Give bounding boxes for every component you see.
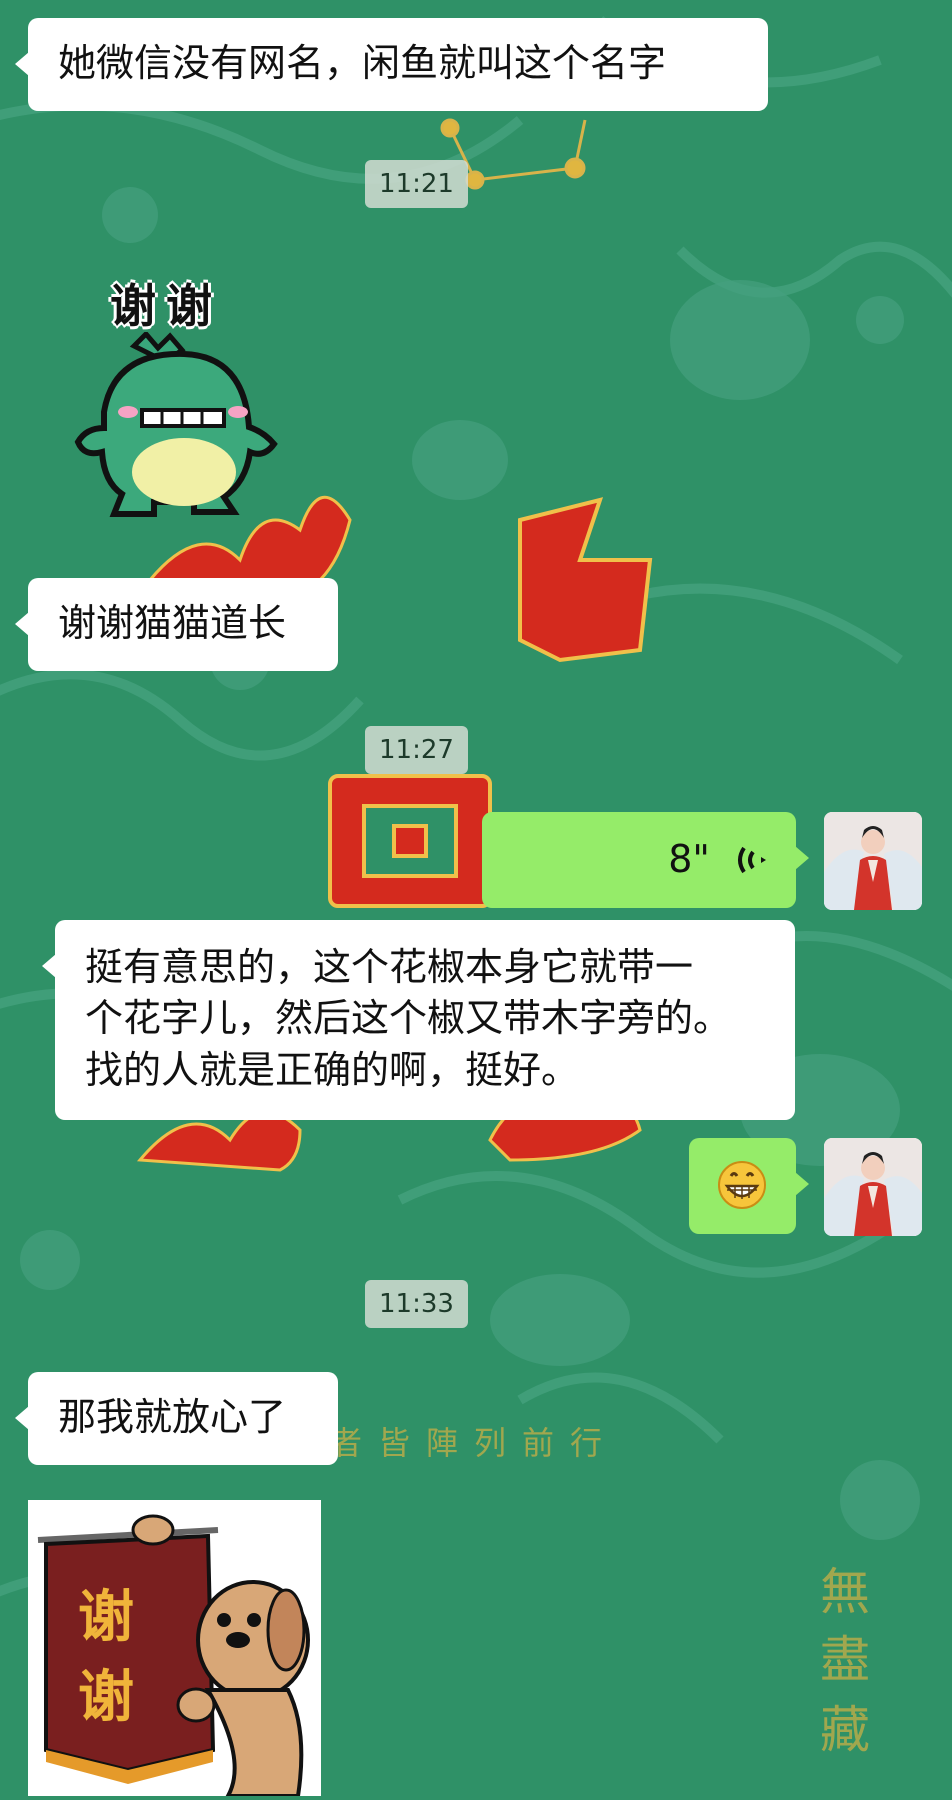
message-bubble-incoming[interactable]: 那我就放心了 xyxy=(15,1372,338,1466)
message-text: 她微信没有网名，闲鱼就叫这个名字 xyxy=(58,41,667,85)
emoji-message-bubble[interactable] xyxy=(689,1138,809,1234)
voice-wave-icon xyxy=(738,846,766,873)
sticker-dinosaur[interactable]: 谢谢 xyxy=(74,270,284,520)
message-text-line: 个花字儿，然后这个椒又带木字旁的。 xyxy=(85,996,732,1041)
user-avatar-icon xyxy=(824,1138,922,1236)
wallpaper-char-1: 無 xyxy=(820,1563,870,1621)
grinning-face-icon xyxy=(718,1161,766,1209)
voice-message-bubble[interactable]: 8" xyxy=(482,812,809,908)
dinosaur-icon xyxy=(74,332,278,517)
voice-duration: 8" xyxy=(668,836,710,881)
my-avatar[interactable] xyxy=(824,1138,922,1236)
wallpaper-text-column: 者皆陣列前行 xyxy=(330,1424,619,1462)
message-text: 那我就放心了 xyxy=(58,1395,287,1439)
dog-banner-illustration xyxy=(37,1514,310,1796)
message-bubble-incoming[interactable]: 谢谢猫猫道长 xyxy=(15,578,338,672)
my-avatar[interactable] xyxy=(824,812,922,910)
message-bubble-incoming[interactable]: 挺有意思的，这个花椒本身它就带一 个花字儿，然后这个椒又带木字旁的。 找的人就是… xyxy=(42,920,795,1120)
timestamp: 11:27 xyxy=(365,726,468,774)
wallpaper-char-3: 藏 xyxy=(820,1701,870,1759)
sticker-caption: 谢谢 xyxy=(110,279,222,333)
message-bubble-incoming[interactable]: 她微信没有网名，闲鱼就叫这个名字 xyxy=(15,18,768,112)
wallpaper-char-2: 盡 xyxy=(820,1631,870,1689)
sticker-dog-banner[interactable]: 谢 谢 xyxy=(28,1500,321,1796)
banner-text: 谢 xyxy=(78,1585,134,1650)
user-avatar-icon xyxy=(824,812,922,910)
message-text-line: 找的人就是正确的啊，挺好。 xyxy=(85,1047,580,1092)
message-text-line: 挺有意思的，这个花椒本身它就带一 xyxy=(85,945,694,989)
message-text: 谢谢猫猫道长 xyxy=(58,601,287,645)
timestamp: 11:21 xyxy=(365,160,468,208)
timestamp: 11:33 xyxy=(365,1280,468,1328)
banner-text: 谢 xyxy=(78,1665,134,1730)
